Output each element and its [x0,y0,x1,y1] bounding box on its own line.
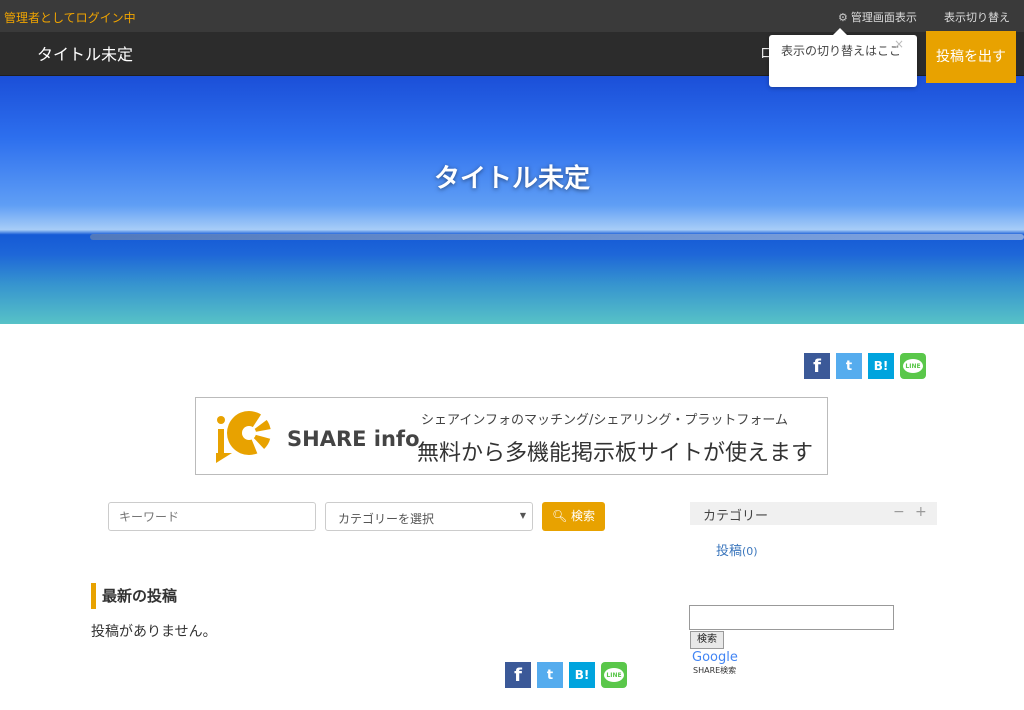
site-title[interactable]: タイトル未定 [37,41,133,65]
google-search-button[interactable]: 検索 [690,631,724,649]
share-info-logo-icon [216,411,271,463]
hero-banner: タイトル未定 [0,76,1024,324]
twitter-icon[interactable]: t [836,353,862,379]
chevron-down-icon: ▼ [519,511,526,520]
manage-view-label: 管理画面表示 [850,11,917,24]
category-widget-header: カテゴリー − + [690,502,937,525]
line-icon-label: LINE [604,668,624,682]
admin-login-status[interactable]: 管理者としてログイン中 [4,9,136,26]
category-item-count: (0) [742,545,758,558]
hatena-bookmark-icon[interactable]: B! [868,353,894,379]
facebook-icon[interactable]: f [505,662,531,688]
banner-subtitle: シェアインフォのマッチング/シェアリング・プラットフォーム [421,413,788,428]
facebook-icon[interactable]: f [804,353,830,379]
gear-icon: ⚙ [838,11,848,24]
category-select-value: カテゴリーを選択 [338,512,435,526]
share-buttons-top: f t B! LINE [804,353,926,379]
post-button[interactable]: 投稿を出す [926,31,1016,83]
line-icon-label: LINE [903,359,923,373]
tooltip-text: 表示の切り替えはここ [781,44,902,58]
line-icon[interactable]: LINE [900,353,926,379]
admin-bar: 管理者としてログイン中 ⚙ 管理画面表示 表示切り替え [0,0,1024,32]
google-logo: Google [692,650,738,665]
share-buttons-bottom: f t B! LINE [505,662,627,688]
manage-view-link[interactable]: ⚙ 管理画面表示 [838,9,917,25]
no-posts-message: 投稿がありません。 [91,624,217,640]
share-info-banner[interactable]: SHARE info シェアインフォのマッチング/シェアリング・プラットフォーム… [195,397,828,475]
google-search-input[interactable] [689,605,894,630]
expand-icon[interactable]: + [915,504,927,520]
search-button-label: 検索 [571,509,596,523]
search-button[interactable]: 🔍︎ 検索 [542,502,605,531]
banner-brand: SHARE info [287,427,420,451]
google-logo-text: Google [692,650,738,665]
category-item-label: 投稿 [716,544,743,559]
keyword-search-input[interactable] [108,502,316,531]
banner-main-text: 無料から多機能掲示板サイトが使えます [417,441,814,466]
hatena-bookmark-icon[interactable]: B! [569,662,595,688]
switch-view-tooltip: 表示の切り替えはここ × [769,28,917,87]
twitter-icon[interactable]: t [537,662,563,688]
hero-horizon [90,234,1024,240]
category-widget-title: カテゴリー [703,509,769,524]
search-icon: 🔍︎ [551,509,568,523]
hero-title: タイトル未定 [433,164,590,194]
category-item-posts[interactable]: 投稿(0) [716,540,758,559]
close-icon[interactable]: × [894,36,904,53]
switch-view-link[interactable]: 表示切り替え [944,9,1010,25]
line-icon[interactable]: LINE [601,662,627,688]
google-search-sublabel: SHARE検索 [693,666,737,675]
category-select[interactable]: カテゴリーを選択 ▼ [325,502,533,531]
latest-posts-heading: 最新の投稿 [91,583,177,609]
collapse-icon[interactable]: − [893,504,905,520]
